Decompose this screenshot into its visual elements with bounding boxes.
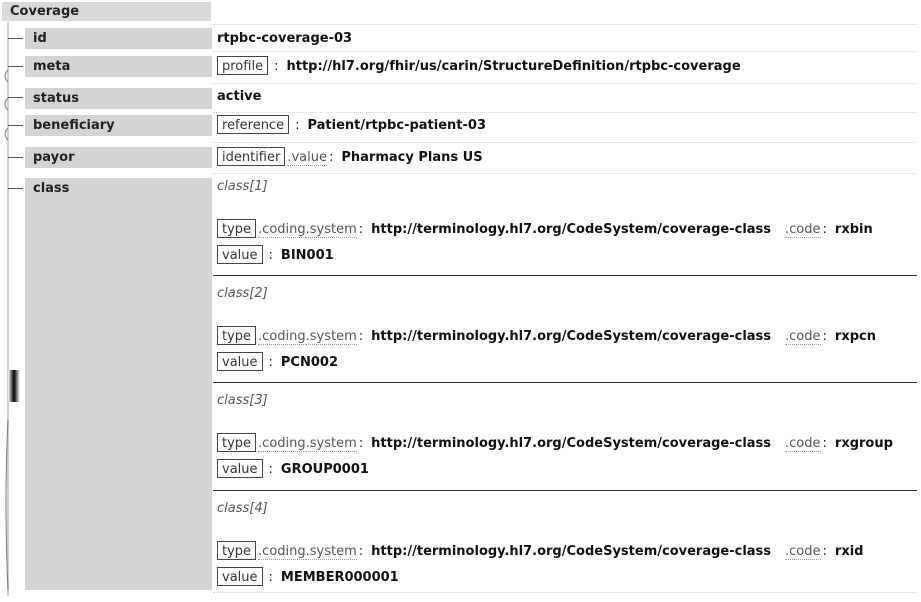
row-divider: [213, 592, 917, 593]
field-value-status: active: [217, 88, 261, 105]
tree-connector-icon: [4, 69, 9, 591]
coding-code: rxbin: [834, 222, 873, 237]
value-subkey: .value: [287, 150, 327, 166]
class-value: MEMBER000001: [280, 570, 399, 585]
class-value-row: value: GROUP0001: [217, 459, 369, 480]
class-value-row: value: PCN002: [217, 352, 338, 373]
class-index: class[2]: [217, 286, 268, 301]
class-separator: [213, 275, 917, 276]
tree-tick: [8, 38, 23, 39]
field-label-status: status: [25, 88, 212, 109]
profile-key: profile: [217, 56, 269, 75]
field-label-class: class: [25, 178, 212, 590]
coding-system-link[interactable]: http://terminology.hl7.org/CodeSystem/co…: [371, 544, 771, 559]
class-separator: [213, 490, 917, 491]
class-value-row: value: MEMBER000001: [217, 567, 399, 588]
beneficiary-reference[interactable]: Patient/rtpbc-patient-03: [307, 118, 486, 133]
type-key: type: [217, 219, 257, 238]
value-key: value: [217, 567, 263, 586]
type-key: type: [217, 433, 257, 452]
row-divider: [213, 83, 917, 84]
value-key: value: [217, 352, 263, 371]
status-value: active: [217, 89, 262, 104]
id-value: rtpbc-coverage-03: [217, 31, 353, 46]
identifier-key: identifier: [217, 147, 286, 166]
type-key: type: [217, 326, 257, 345]
class-value-row: value: BIN001: [217, 245, 334, 266]
coding-system-link[interactable]: http://terminology.hl7.org/CodeSystem/co…: [371, 329, 771, 344]
field-value-meta: profile: http://hl7.org/fhir/us/carin/Str…: [217, 56, 741, 77]
row-divider: [213, 51, 917, 52]
row-divider: [213, 173, 917, 174]
field-label-beneficiary: beneficiary: [25, 115, 212, 136]
class-type-row: type .coding.system: http://terminology.hl…: [217, 326, 876, 347]
coding-code: rxpcn: [834, 329, 876, 344]
tree-tick: [8, 157, 23, 158]
value-key: value: [217, 459, 263, 478]
field-value-id: rtpbc-coverage-03: [217, 30, 352, 47]
root-divider: [213, 24, 917, 25]
coding-system-link[interactable]: http://terminology.hl7.org/CodeSystem/co…: [371, 222, 771, 237]
row-divider: [213, 112, 917, 113]
class-index: class[4]: [217, 501, 268, 516]
tree-tick: [8, 188, 23, 189]
profile-url[interactable]: http://hl7.org/fhir/us/carin/StructureDe…: [286, 59, 740, 74]
tree-tick: [8, 66, 23, 67]
class-separator: [213, 382, 917, 383]
class-value: GROUP0001: [280, 462, 369, 477]
coding-code: rxgroup: [834, 436, 893, 451]
class-index: class[1]: [217, 179, 268, 194]
class-type-row: type .coding.system: http://terminology.hl…: [217, 433, 893, 454]
reference-key: reference: [217, 115, 290, 134]
tree-tick: [8, 125, 23, 126]
class-index: class[3]: [217, 393, 268, 408]
row-divider: [213, 142, 917, 143]
field-label-id: id: [25, 28, 212, 49]
type-key: type: [217, 541, 257, 560]
scroll-indicator[interactable]: [8, 370, 20, 402]
coding-code: rxid: [834, 544, 864, 559]
field-value-beneficiary: reference: Patient/rtpbc-patient-03: [217, 115, 486, 136]
class-type-row: type .coding.system: http://terminology.hl…: [217, 541, 863, 562]
class-value: PCN002: [280, 355, 338, 370]
payor-value: Pharmacy Plans US: [341, 150, 483, 165]
value-key: value: [217, 245, 263, 264]
field-value-payor: identifier .value: Pharmacy Plans US: [217, 147, 483, 168]
class-type-row: type .coding.system: http://terminology.hl…: [217, 219, 873, 240]
class-value: BIN001: [280, 248, 334, 263]
tree-tick: [8, 97, 23, 98]
root-resource-label: Coverage: [2, 2, 211, 21]
coding-system-link[interactable]: http://terminology.hl7.org/CodeSystem/co…: [371, 436, 771, 451]
field-label-meta: meta: [25, 56, 212, 77]
field-label-payor: payor: [25, 147, 212, 168]
